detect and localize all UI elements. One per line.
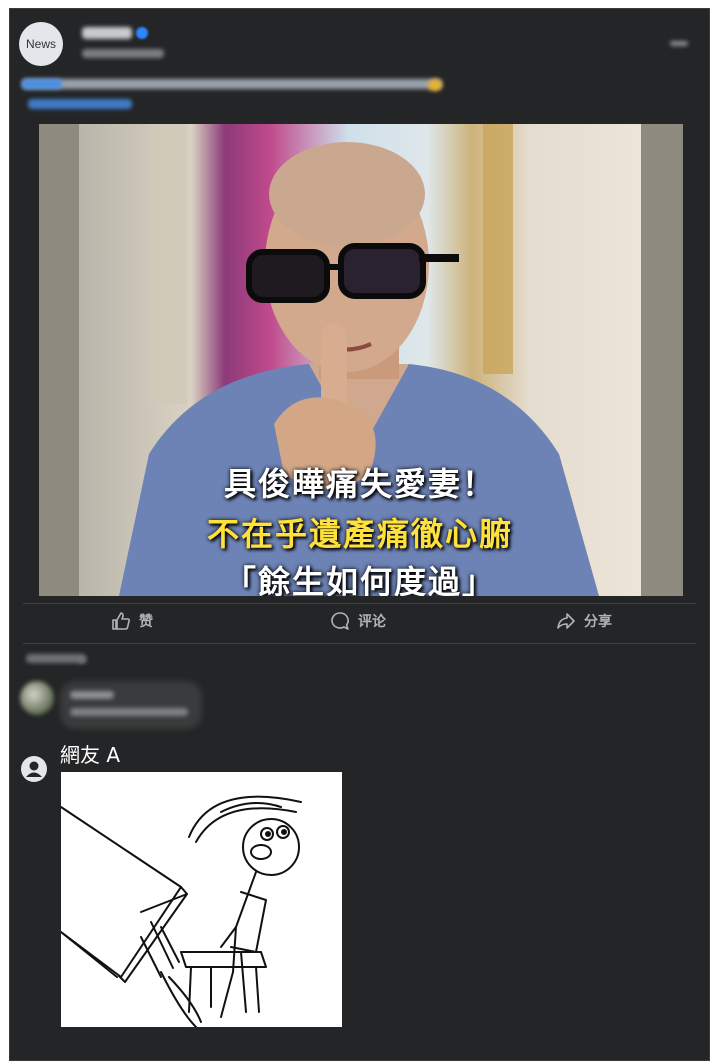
comment-meme-image[interactable]: [60, 772, 342, 1028]
like-label: 赞: [139, 614, 153, 630]
commenter-name[interactable]: 網友 A: [60, 739, 120, 768]
chevron-down-icon[interactable]: [78, 657, 86, 663]
post-link-blurred[interactable]: [28, 99, 132, 109]
divider-bottom: [23, 643, 696, 644]
photo-caption-line-3: 「餘生如何度過」: [223, 563, 496, 596]
comment-bubble-icon: [331, 612, 349, 630]
comment-text-blurred: [70, 708, 188, 716]
photo-content: 具俊曄痛失愛妻！ 不在乎遺產痛徹心腑 「餘生如何度過」: [79, 124, 641, 596]
comment-button[interactable]: 评论: [330, 611, 386, 631]
post-timestamp-blurred[interactable]: [82, 49, 164, 58]
post-card: News 具俊曄痛失愛妻！ 不在乎遺產痛徹心腑 「餘生如何度過」 赞 评论 分享…: [9, 8, 710, 1061]
commenter-avatar-blurred[interactable]: [20, 681, 54, 715]
thumbs-up-icon: [112, 612, 130, 630]
like-button[interactable]: 赞: [111, 611, 153, 631]
more-options-icon[interactable]: [670, 41, 688, 46]
caption-emoji-blurred: [428, 79, 442, 91]
comment-bubble-blurred: [60, 681, 202, 729]
share-label: 分享: [584, 614, 612, 630]
share-arrow-icon: [557, 613, 575, 629]
default-user-avatar-icon[interactable]: [21, 756, 47, 782]
photo-caption-line-2: 不在乎遺產痛徹心腑: [206, 515, 513, 553]
divider-top: [23, 603, 696, 604]
comment-sort-blurred[interactable]: [26, 654, 86, 663]
page-name-blurred[interactable]: [82, 27, 132, 39]
commenter-name-blurred[interactable]: [70, 691, 114, 699]
share-button[interactable]: 分享: [556, 611, 612, 631]
comment-label: 评论: [358, 614, 386, 630]
page-avatar[interactable]: News: [19, 22, 63, 66]
post-photo[interactable]: 具俊曄痛失愛妻！ 不在乎遺產痛徹心腑 「餘生如何度過」: [39, 124, 683, 596]
action-bar: 赞 评论 分享: [10, 607, 709, 639]
post-header: News: [10, 9, 709, 119]
post-caption-blurred: [22, 79, 442, 89]
post-hashtag-blurred[interactable]: [22, 79, 62, 89]
verified-badge-icon: [136, 27, 148, 39]
table-flip-meme-drawing: [60, 795, 302, 1028]
photo-caption-line-1: 具俊曄痛失愛妻！: [223, 465, 496, 503]
